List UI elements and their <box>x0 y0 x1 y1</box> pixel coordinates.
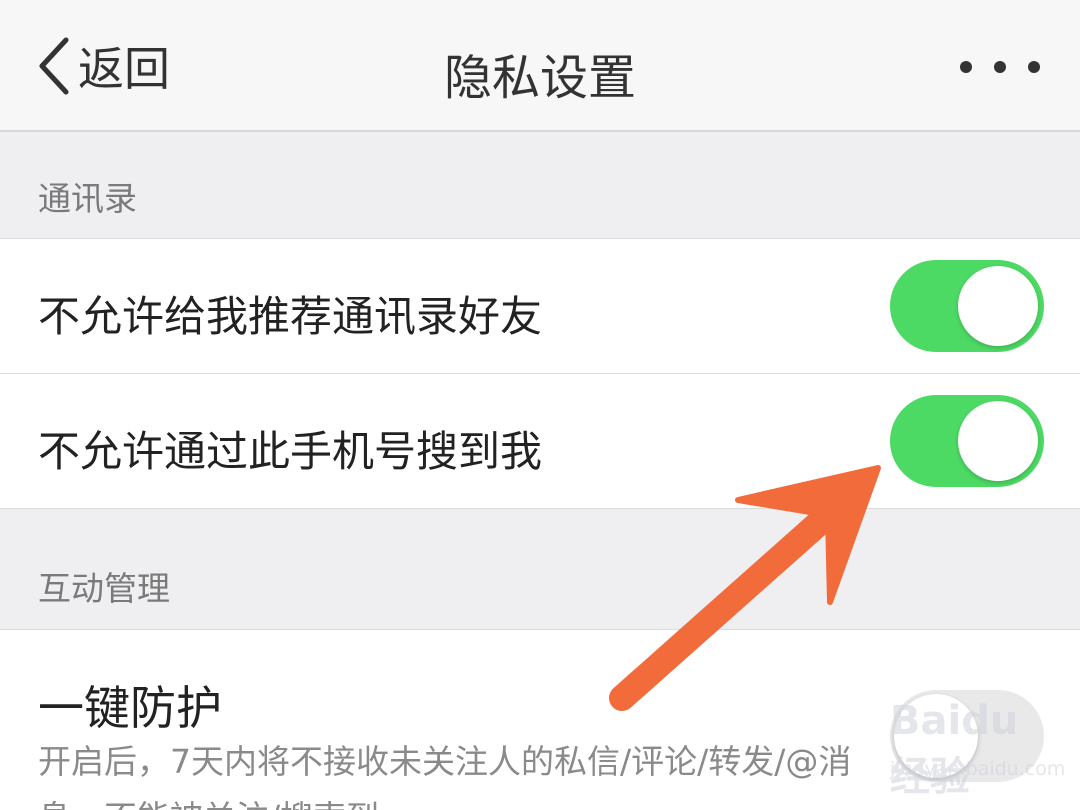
watermark-logo: Baidu经验 jingyan.baidu.com <box>890 688 1065 800</box>
setting-row-no-contact-recommend: 不允许给我推荐通讯录好友 <box>0 239 1080 373</box>
setting-label: 一键防护 <box>38 681 222 735</box>
setting-row-no-phone-search: 不允许通过此手机号搜到我 <box>0 374 1080 508</box>
section-header-interaction: 互动管理 <box>38 569 170 608</box>
page-title: 隐私设置 <box>443 50 636 106</box>
navigation-bar: 返回 隐私设置 <box>0 0 1080 132</box>
watermark-brand: Baidu经验 <box>890 698 1019 800</box>
more-options-icon[interactable] <box>960 50 1040 84</box>
toggle-no-phone-search[interactable] <box>890 395 1044 487</box>
setting-label: 不允许给我推荐通讯录好友 <box>38 292 543 341</box>
toggle-no-contact-recommend[interactable] <box>890 260 1044 352</box>
setting-description: 开启后，7天内将不接收未关注人的私信/评论/转发/@消息，不能被关注/搜索到 <box>38 742 852 810</box>
section-header-contacts: 通讯录 <box>38 179 137 218</box>
setting-label: 不允许通过此手机号搜到我 <box>38 427 543 476</box>
watermark-site: jingyan.baidu.com <box>890 758 1066 780</box>
divider <box>0 508 1080 509</box>
